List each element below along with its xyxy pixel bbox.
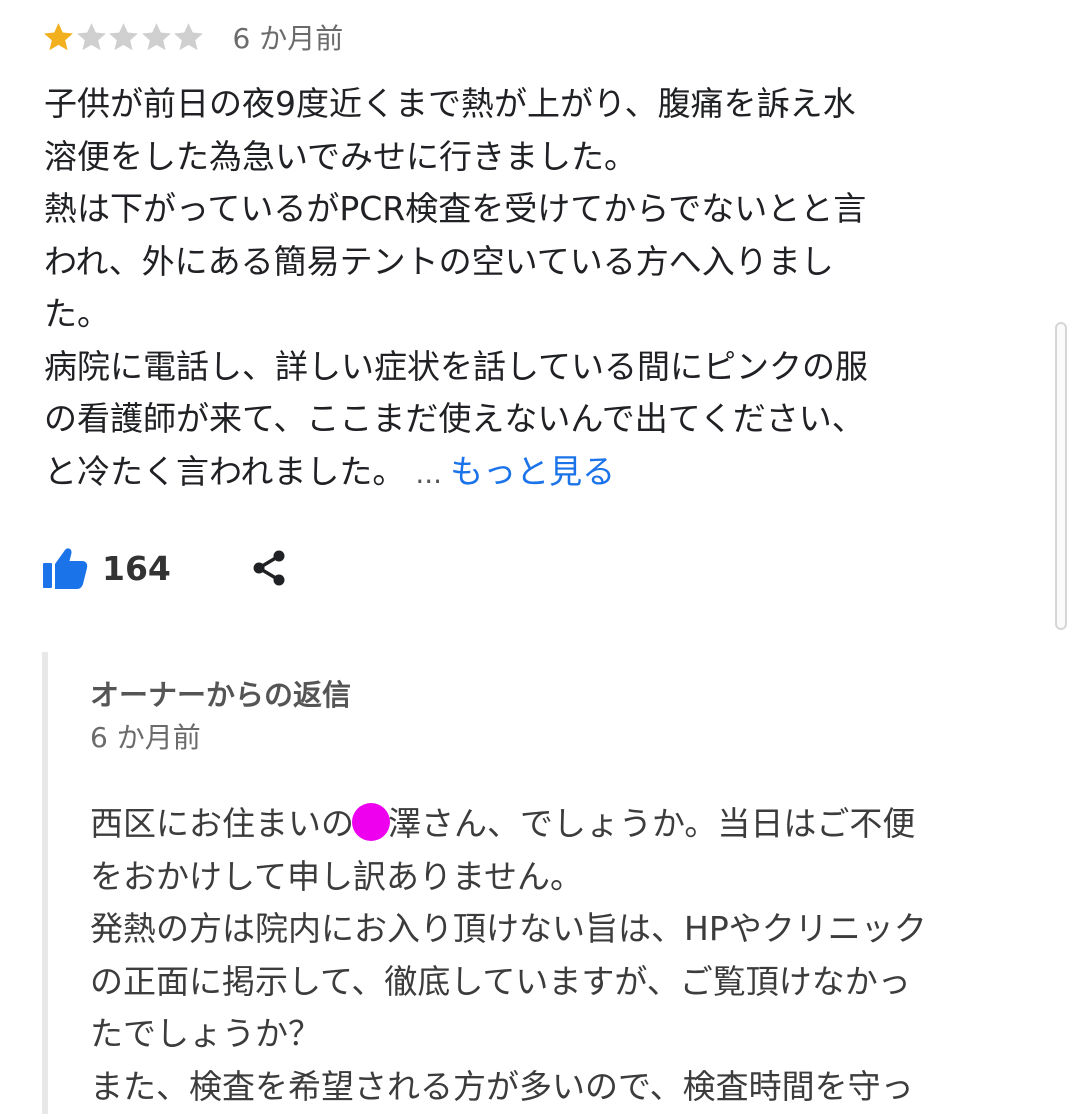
star-rating	[42, 21, 205, 54]
reply-first-line: 西区にお住まいの 澤さん、でしょうか。当日はご不便	[90, 798, 1050, 851]
reply-indent-bar	[42, 652, 48, 1114]
action-row: 164	[42, 542, 291, 594]
star-empty-icon	[174, 22, 203, 50]
rating-row: 6 か月前	[42, 14, 343, 60]
owner-reply-time: 6 か月前	[90, 721, 201, 754]
review-text: 子供が前日の夜9度近くまで熱が上がり、腹痛を訴え水 溶便をした為急いでみせに行き…	[44, 78, 984, 500]
reply-text-segment: 澤さん、でしょうか。当日はご不便	[388, 804, 916, 843]
reply-line: の正面に掲示して、徹底していますが、ご覧頂けなかっ	[90, 961, 911, 1001]
review-line: 子供が前日の夜9度近くまで熱が上がり、腹痛を訴え水	[44, 84, 856, 123]
star-empty-icon	[141, 22, 171, 50]
review-line: 溶便をした為急いでみせに行きました。	[44, 136, 638, 176]
ellipsis: ...	[415, 456, 443, 490]
review-time: 6 か月前	[232, 22, 344, 55]
owner-reply-text: 西区にお住まいの 澤さん、でしょうか。当日はご不便 をおかけして申し訳ありません。…	[90, 798, 1050, 1113]
star-filled-icon	[44, 22, 73, 50]
see-more-link[interactable]: もっと見る	[450, 452, 615, 491]
review-line: と冷たく言われました。	[44, 451, 406, 491]
redaction-mark	[352, 803, 390, 841]
scrollbar[interactable]	[1055, 322, 1067, 630]
review-last-line: と冷たく言われました。... もっと見る	[44, 446, 984, 501]
like-count: 164	[102, 548, 171, 588]
thumbs-up-icon[interactable]	[42, 546, 88, 590]
review-line: 熱は下がっているがPCR検査を受けてからでないとと言	[44, 189, 867, 228]
reply-line: たでしょうか？	[90, 1014, 321, 1053]
review-line: われ、外にある簡易テントの空いている方へ入りまし	[44, 241, 834, 281]
share-icon[interactable]	[249, 547, 291, 589]
reply-line: をおかけして申し訳ありません。	[90, 856, 584, 896]
owner-reply-title: オーナーからの返信	[90, 678, 352, 712]
star-empty-icon	[76, 22, 106, 50]
review-line: た。	[44, 294, 110, 333]
review-line: 病院に電話し、詳しい症状を話している間にピンクの服	[44, 346, 869, 386]
reply-line: 発熱の方は院内にお入り頂けない旨は、HPやクリニック	[90, 909, 927, 948]
star-empty-icon	[109, 22, 138, 50]
reply-text-segment: 西区にお住まいの	[90, 804, 354, 843]
reply-line: また、検査を希望される方が多いので、検査時間を守っ	[90, 1066, 914, 1106]
review-line: の看護師が来て、ここまだ使えないんで出てください、	[44, 399, 865, 438]
